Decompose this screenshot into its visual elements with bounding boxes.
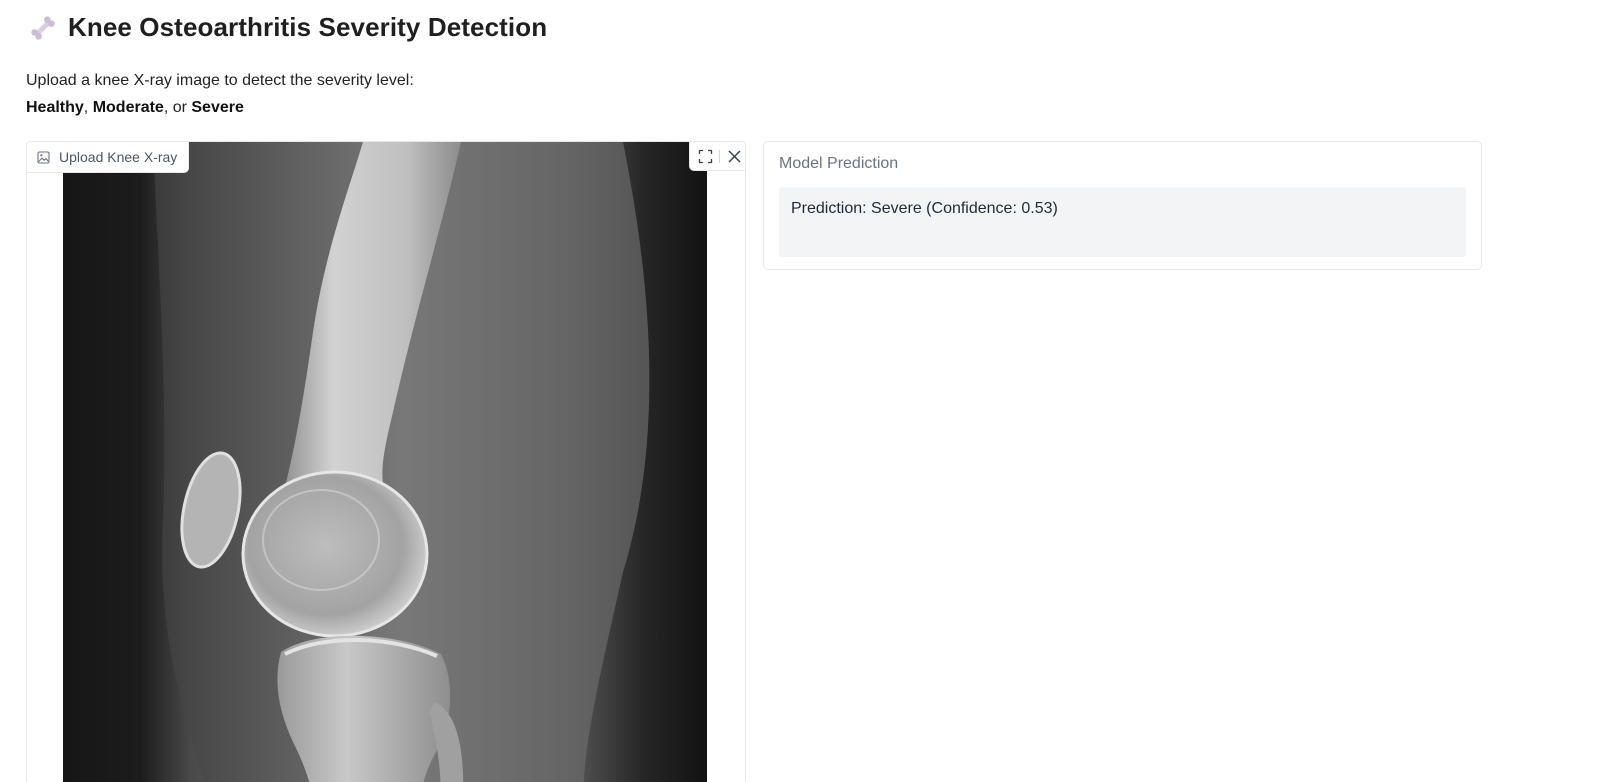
page-title: Knee Osteoarthritis Severity Detection — [68, 12, 548, 42]
close-icon — [727, 149, 741, 163]
image-icon — [37, 150, 50, 164]
image-input-label-text: Upload Knee X-ray — [59, 149, 178, 165]
image-upload-panel[interactable]: Upload Knee X-ray — [26, 141, 746, 782]
prediction-text: Prediction: Severe (Confidence: 0.53) — [791, 200, 1058, 217]
description-line: Upload a knee X-ray image to detect the … — [26, 72, 414, 89]
option-separator: , or — [163, 99, 192, 116]
clear-image-button[interactable] — [723, 145, 745, 167]
prediction-label: Model Prediction — [779, 155, 899, 172]
severity-options: Healthy, Moderate, or Severe — [26, 94, 414, 121]
option-healthy: Healthy — [26, 99, 84, 116]
bone-icon — [31, 15, 55, 40]
option-moderate: Moderate — [92, 99, 164, 116]
description: Upload a knee X-ray image to detect the … — [26, 67, 414, 121]
xray-image — [63, 142, 707, 782]
app-page: Knee Osteoarthritis Severity Detection U… — [0, 0, 1600, 782]
title-row: Knee Osteoarthritis Severity Detection — [28, 12, 547, 43]
fullscreen-icon — [698, 149, 712, 163]
option-separator: , — [83, 99, 93, 116]
image-input-label: Upload Knee X-ray — [27, 142, 190, 173]
image-toolbar — [689, 142, 745, 171]
toolbar-divider — [719, 149, 720, 163]
option-severe: Severe — [191, 99, 244, 116]
prediction-output[interactable]: Prediction: Severe (Confidence: 0.53) — [779, 187, 1466, 257]
fullscreen-button[interactable] — [694, 145, 716, 167]
prediction-panel: Model Prediction Prediction: Severe (Con… — [763, 141, 1482, 270]
